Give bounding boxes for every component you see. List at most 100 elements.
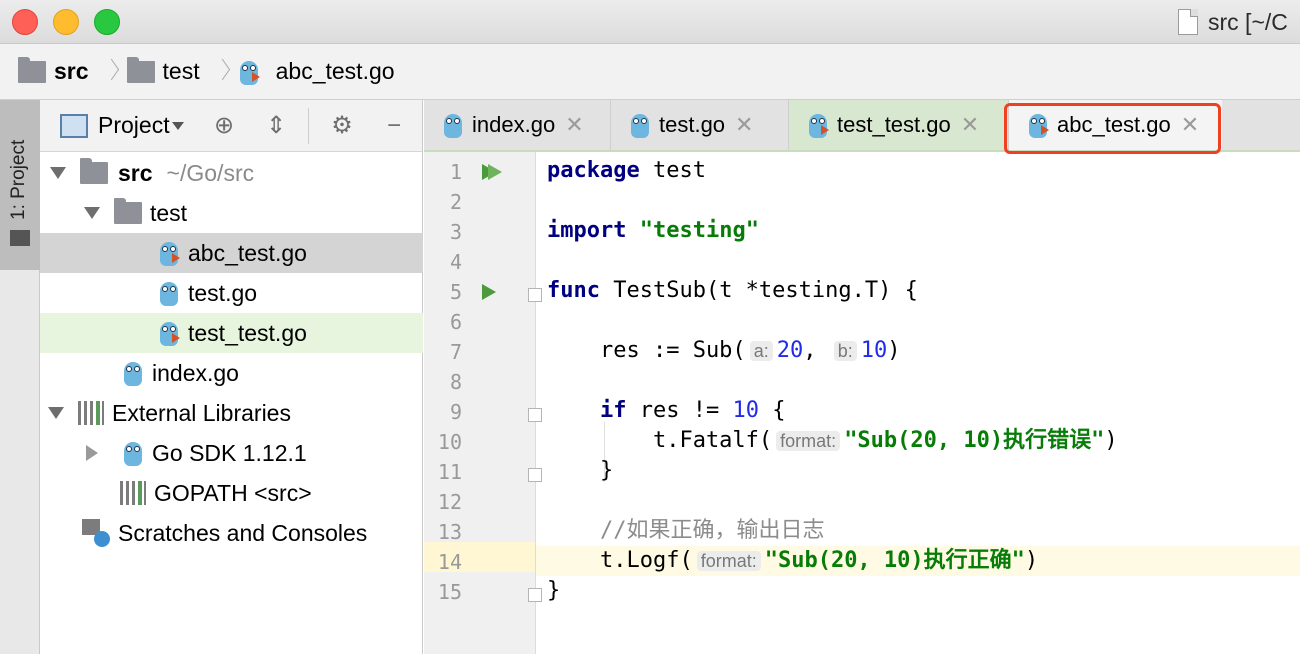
line-number: 8 (449, 370, 462, 394)
code-text: res := Sub( (547, 338, 746, 363)
parameter-hint: a: (749, 341, 773, 361)
code-line: } (536, 456, 1300, 486)
folder-icon (126, 56, 155, 83)
tree-item-index[interactable]: index.go (40, 353, 423, 393)
tree-item-label: Go SDK 1.12.1 (152, 439, 307, 466)
code-text: t.Fatalf( (547, 428, 773, 453)
tree-item-label: GOPATH <src> (154, 479, 312, 506)
close-tab-icon[interactable]: ✕ (961, 112, 979, 138)
code-text: , (803, 338, 817, 363)
line-number: 6 (449, 310, 462, 334)
breadcrumb-item-abc-test[interactable]: abc_test.go (238, 58, 395, 86)
project-view-selector[interactable]: Project (60, 112, 184, 139)
code-text: t.Logf( (547, 548, 693, 573)
tree-item-label: src (118, 159, 153, 186)
go-test-file-icon (807, 111, 829, 139)
string-literal: "Sub(20, 10)执行错误" (844, 428, 1105, 453)
close-tab-icon[interactable]: ✕ (565, 112, 583, 138)
tree-item-test-go[interactable]: test.go (40, 273, 423, 313)
line-number: 12 (437, 490, 462, 514)
string-literal: "Sub(20, 10)执行正确" (764, 548, 1025, 573)
tree-item-external-libraries[interactable]: External Libraries (40, 393, 423, 433)
go-file-icon (122, 359, 144, 387)
project-toolwindow-tab[interactable]: 1: Project (0, 100, 40, 270)
folder-icon (114, 198, 142, 224)
code-text: TestSub(t *testing.T) { (599, 278, 918, 303)
tree-item-label: External Libraries (112, 399, 291, 426)
folder-icon (18, 56, 46, 83)
locate-icon[interactable]: ⊕ (210, 112, 238, 140)
tab-label: test_test.go (837, 112, 951, 137)
tab-test-test-go[interactable]: test_test.go ✕ (788, 100, 1008, 150)
tree-item-label: test (150, 199, 188, 226)
code-text: ) (887, 338, 901, 363)
run-test-icon[interactable] (482, 284, 496, 300)
number-literal: 10 (860, 338, 888, 363)
tree-item-go-sdk[interactable]: Go SDK 1.12.1 (40, 433, 423, 473)
tree-item-gopath[interactable]: GOPATH <src> (40, 473, 423, 513)
library-icon (78, 401, 104, 425)
comment: //如果正确，输出日志 (547, 518, 825, 543)
expand-arrow-icon[interactable] (86, 445, 98, 461)
run-file-icon[interactable] (488, 164, 502, 180)
breadcrumb-label: abc_test.go (275, 58, 395, 84)
project-view-icon (60, 113, 88, 138)
number-literal: 20 (776, 338, 804, 363)
collapse-all-icon[interactable]: ⇕ (262, 112, 290, 140)
close-window-button[interactable] (12, 9, 38, 35)
line-number: 7 (449, 340, 462, 364)
code-text: ) (1104, 428, 1118, 453)
keyword: package (547, 158, 640, 183)
breadcrumb: src test abc_test.go (0, 44, 1300, 100)
tree-item-scratches[interactable]: Scratches and Consoles (40, 513, 423, 553)
line-number: 11 (437, 460, 462, 484)
code-text: test (639, 158, 706, 183)
divider (308, 108, 309, 144)
library-icon (120, 481, 146, 505)
keyword: import (547, 218, 627, 243)
project-toolwindow-label: 1: Project (8, 139, 29, 220)
expand-arrow-icon[interactable] (50, 167, 66, 179)
line-number: 15 (437, 580, 462, 604)
line-number: 13 (437, 520, 462, 544)
tree-item-label: index.go (152, 359, 239, 386)
tree-item-src[interactable]: src ~/Go/src (40, 153, 423, 193)
chevron-down-icon (171, 121, 184, 130)
tree-item-label: Scratches and Consoles (118, 519, 368, 546)
tab-label: index.go (472, 112, 556, 137)
tree-item-test[interactable]: test (40, 193, 423, 233)
parameter-hint: b: (833, 341, 857, 361)
code-text: res != (626, 398, 733, 423)
project-view-label: Project (98, 112, 170, 138)
code-line: res := Sub(a: 20, b: 10) (536, 336, 1300, 366)
tab-test-go[interactable]: test.go ✕ (610, 100, 788, 150)
tree-item-test-test[interactable]: test_test.go (40, 313, 423, 353)
chevron-right-icon (105, 57, 119, 87)
line-number: 5 (449, 280, 462, 304)
go-sdk-icon (122, 439, 144, 467)
folder-icon (10, 230, 30, 246)
code-area[interactable]: package test import "testing" func TestS… (536, 152, 1300, 654)
go-test-file-icon (238, 58, 260, 86)
expand-arrow-icon[interactable] (48, 407, 64, 419)
close-tab-icon[interactable]: ✕ (735, 112, 753, 138)
number-literal: 10 (732, 398, 759, 423)
keyword: if (599, 398, 627, 423)
minimize-window-button[interactable] (53, 9, 79, 35)
tool-window-strip: 1: Project (0, 100, 40, 654)
go-test-file-icon (158, 319, 180, 347)
go-file-icon (629, 111, 651, 139)
line-number: 10 (437, 430, 462, 454)
hide-icon[interactable]: − (380, 112, 408, 140)
expand-arrow-icon[interactable] (84, 207, 100, 219)
breadcrumb-item-src[interactable]: src (18, 56, 127, 87)
breadcrumb-item-test[interactable]: test (126, 56, 238, 87)
code-line: func TestSub(t *testing.T) { (536, 276, 1300, 306)
code-line-current: t.Logf(format: "Sub(20, 10)执行正确") (536, 546, 1300, 576)
maximize-window-button[interactable] (94, 9, 120, 35)
code-line: package test (536, 156, 1300, 186)
annotation-highlight-box (1004, 103, 1221, 154)
gear-icon[interactable]: ⚙ (328, 112, 356, 140)
tree-item-abc-test[interactable]: abc_test.go (40, 233, 423, 273)
tab-index-go[interactable]: index.go ✕ (424, 100, 610, 150)
